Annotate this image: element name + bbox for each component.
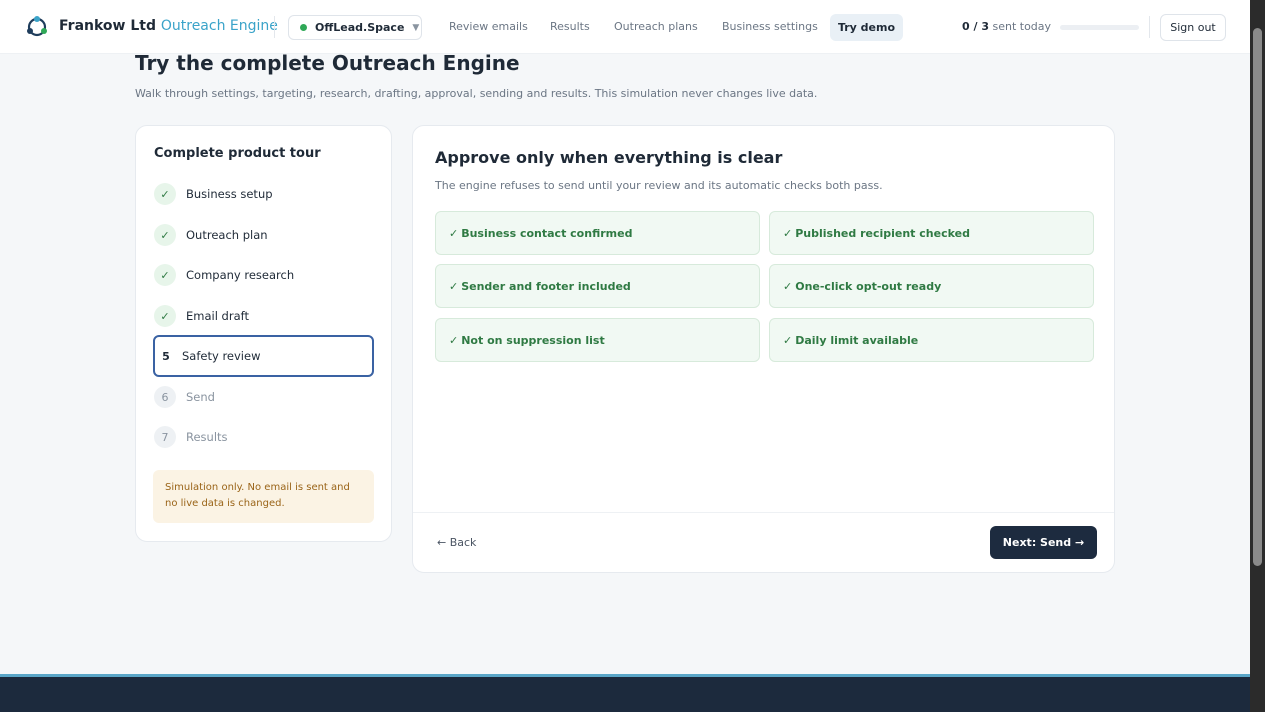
nav-business-settings[interactable]: Business settings [722,20,818,33]
simulation-notice: Simulation only. No email is sent and no… [153,470,374,523]
back-button[interactable]: ← Back [437,536,476,549]
tour-step-business-setup[interactable]: ✓ Business setup [153,173,374,215]
daily-send-progress [1060,25,1139,30]
tour-step-label: Company research [186,268,295,282]
step-number: 6 [154,386,176,408]
scrollbar-thumb[interactable] [1253,28,1262,566]
sent-today-counter: 0 / 3 sent today [962,20,1051,33]
tour-step-send[interactable]: 6 Send [153,376,374,418]
next-send-button[interactable]: Next: Send → [990,526,1097,559]
check-icon: ✓ [783,333,793,347]
check-icon: ✓ [154,264,176,286]
domain-label: OffLead.Space [315,21,405,34]
brand-app-name: Outreach Engine [160,18,278,34]
nav-try-demo[interactable]: Try demo [830,14,903,41]
check-sender-footer: ✓ Sender and footer included [435,264,760,308]
nav-review-emails[interactable]: Review emails [449,20,528,33]
check-icon: ✓ [154,183,176,205]
check-icon: ✓ [449,279,459,293]
check-business-contact: ✓ Business contact confirmed [435,211,760,255]
check-icon: ✓ [154,224,176,246]
tour-step-label: Outreach plan [186,228,268,242]
step-number: 7 [154,426,176,448]
brand-title[interactable]: Frankow Ltd Outreach Engine [59,18,278,34]
domain-selector[interactable]: OffLead.Space ▼ [288,15,422,40]
tour-step-label: Results [186,430,228,444]
review-subtitle: The engine refuses to send until your re… [435,179,883,192]
step-number: 5 [162,349,170,363]
status-dot-icon [300,24,307,31]
check-label: Daily limit available [795,333,919,347]
page-subtitle: Walk through settings, targeting, resear… [135,87,818,100]
nav-results[interactable]: Results [550,20,590,33]
page-title: Try the complete Outreach Engine [135,51,520,75]
check-label: Published recipient checked [795,226,970,240]
card-divider [413,512,1114,513]
check-opt-out: ✓ One-click opt-out ready [769,264,1094,308]
tour-step-email-draft[interactable]: ✓ Email draft [153,295,374,337]
tour-steps-card: Complete product tour ✓ Business setup ✓… [135,125,392,542]
tour-step-safety-review[interactable]: 5 Safety review [153,335,374,377]
check-icon: ✓ [449,333,459,347]
sent-count-suffix: sent today [992,20,1052,33]
top-navigation-bar: Frankow Ltd Outreach Engine OffLead.Spac… [0,0,1250,54]
check-icon: ✓ [449,226,459,240]
check-daily-limit: ✓ Daily limit available [769,318,1094,362]
header-divider [274,16,275,38]
check-icon: ✓ [783,226,793,240]
tour-step-company-research[interactable]: ✓ Company research [153,254,374,296]
nav-outreach-plans[interactable]: Outreach plans [614,20,698,33]
check-published-recipient: ✓ Published recipient checked [769,211,1094,255]
tour-step-label: Safety review [182,349,261,363]
check-suppression-list: ✓ Not on suppression list [435,318,760,362]
brand-name: Frankow Ltd [59,18,156,34]
check-icon: ✓ [783,279,793,293]
vertical-scrollbar[interactable] [1250,0,1265,712]
header-divider [1149,16,1150,38]
sign-out-button[interactable]: Sign out [1160,14,1226,41]
safety-review-card: Approve only when everything is clear Th… [412,125,1115,573]
tour-title: Complete product tour [154,146,321,161]
tour-step-outreach-plan[interactable]: ✓ Outreach plan [153,214,374,256]
check-label: Not on suppression list [461,333,605,347]
page-footer [0,674,1250,712]
check-icon: ✓ [154,305,176,327]
tour-step-label: Business setup [186,187,273,201]
check-label: Sender and footer included [461,279,631,293]
brand-logo-icon [27,16,47,37]
tour-step-results[interactable]: 7 Results [153,416,374,458]
review-title: Approve only when everything is clear [435,148,783,167]
tour-step-label: Email draft [186,309,249,323]
check-label: One-click opt-out ready [795,279,942,293]
sent-count-value: 0 / 3 [962,20,989,33]
chevron-down-icon: ▼ [412,22,420,33]
check-label: Business contact confirmed [461,226,633,240]
tour-step-label: Send [186,390,215,404]
